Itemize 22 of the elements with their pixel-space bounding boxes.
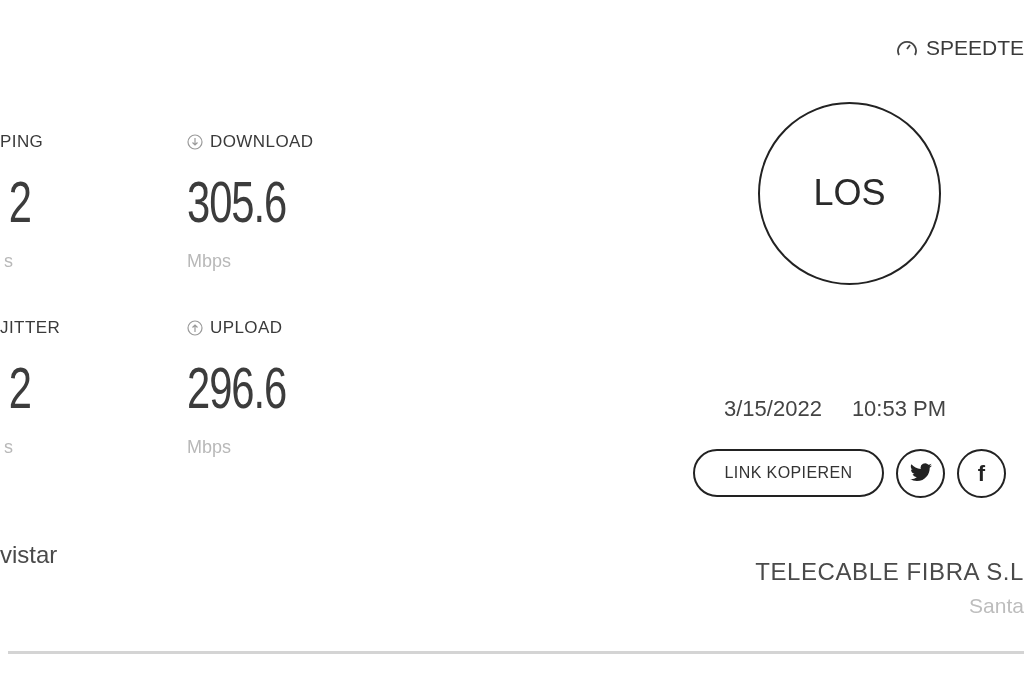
metric-unit: Mbps [187, 250, 232, 273]
isp-name: vistar [0, 540, 59, 570]
f-share-button[interactable]: f [957, 448, 1006, 498]
metric-value: 2 [7, 173, 32, 231]
metric-label: DOWNLOAD [210, 131, 314, 154]
metric-label: UPLOAD [210, 317, 283, 340]
server-name: TELECABLE FIBRA S.L [755, 556, 1024, 587]
metric-unit: s [3, 436, 14, 459]
bird-icon [908, 463, 933, 483]
metric-value: 305.6 [187, 173, 288, 231]
metric-unit: s [3, 250, 14, 273]
copy-link-button[interactable]: LINK KOPIEREN [693, 448, 884, 497]
metric-value: 2 [7, 359, 32, 417]
metric-label: PING [0, 131, 44, 154]
metric-value: 296.6 [187, 359, 288, 417]
brand-name: SPEEDTE [925, 35, 1024, 61]
metric-unit: Mbps [187, 436, 232, 459]
metric-label: JITTER [0, 317, 61, 340]
test-date: 3/15/2022 [724, 394, 822, 423]
bird-share-button[interactable] [896, 448, 945, 498]
server-location: Santa [969, 592, 1024, 619]
test-time: 10:53 PM [851, 394, 947, 423]
